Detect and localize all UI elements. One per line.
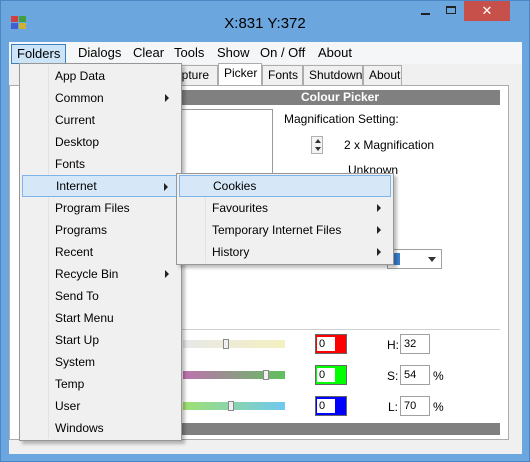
close-icon: ✕: [481, 3, 493, 18]
spin-down-icon[interactable]: [315, 147, 321, 151]
menu-item-recent[interactable]: Recent: [22, 241, 179, 263]
green-value[interactable]: 0: [317, 368, 335, 382]
menu-item-desktop[interactable]: Desktop: [22, 131, 179, 153]
internet-submenu: Cookies Favourites Temporary Internet Fi…: [176, 173, 394, 265]
menu-item-label: System: [55, 355, 96, 369]
chevron-right-icon: [377, 204, 381, 212]
menu-item-label: Windows: [55, 421, 104, 435]
menu-item-label: Fonts: [55, 157, 86, 171]
lightness-label: L:: [388, 400, 399, 414]
title-bar[interactable]: X:831 Y:372 ✕: [1, 1, 529, 41]
blue-slider[interactable]: [183, 401, 285, 411]
menu-folders[interactable]: Folders: [11, 44, 67, 64]
menu-item-start-up[interactable]: Start Up: [22, 329, 179, 351]
tab-shutdown[interactable]: Shutdown: [303, 65, 363, 85]
slider-thumb[interactable]: [223, 339, 229, 349]
menu-tools[interactable]: Tools: [169, 44, 209, 64]
menu-item-recycle-bin[interactable]: Recycle Bin: [22, 263, 179, 285]
menu-item-label: Cookies: [213, 179, 257, 193]
menu-on-off[interactable]: On / Off: [255, 44, 310, 64]
menu-item-start-menu[interactable]: Start Menu: [22, 307, 179, 329]
saturation-field[interactable]: 54: [400, 365, 430, 385]
magnification-spinner[interactable]: [311, 136, 323, 154]
menu-item-windows[interactable]: Windows: [22, 417, 179, 439]
menu-bar: Folders Dialogs Clear Tools Show On / Of…: [9, 42, 522, 64]
hue-field[interactable]: 32: [400, 334, 430, 354]
menu-item-label: Temporary Internet Files: [212, 223, 342, 237]
spin-up-icon[interactable]: [315, 139, 321, 143]
hue-label: H:: [387, 338, 399, 352]
maximize-icon: [446, 6, 456, 14]
magnification-value: 2 x Magnification: [344, 138, 435, 152]
menu-item-label: Program Files: [55, 201, 130, 215]
menu-item-label: Recycle Bin: [55, 267, 119, 281]
menu-item-fonts[interactable]: Fonts: [22, 153, 179, 175]
close-button[interactable]: ✕: [464, 1, 510, 21]
menu-item-common[interactable]: Common: [22, 87, 179, 109]
red-value[interactable]: 0: [317, 337, 335, 351]
panel-footer: [180, 423, 500, 435]
blue-swatch: 0: [315, 396, 347, 416]
menu-item-label: Start Menu: [55, 311, 114, 325]
chevron-right-icon: [377, 226, 381, 234]
menu-item-label: Temp: [55, 377, 85, 391]
chevron-right-icon: [164, 183, 168, 191]
menu-clear[interactable]: Clear: [128, 44, 169, 64]
submenu-item-history[interactable]: History: [179, 241, 391, 263]
submenu-item-favourites[interactable]: Favourites: [179, 197, 391, 219]
percent-sign: %: [433, 400, 444, 414]
menu-item-label: User: [55, 399, 81, 413]
red-swatch: 0: [315, 334, 347, 354]
menu-item-label: Desktop: [55, 135, 100, 149]
menu-item-send-to[interactable]: Send To: [22, 285, 179, 307]
menu-item-current[interactable]: Current: [22, 109, 179, 131]
folders-dropdown: App Data Common Current Desktop Fonts In…: [19, 63, 182, 441]
menu-item-label: App Data: [55, 69, 106, 83]
menu-item-label: Current: [55, 113, 96, 127]
red-slider[interactable]: [183, 339, 285, 349]
chevron-down-icon: [428, 257, 436, 262]
colour-picker-header: Colour Picker: [180, 90, 500, 105]
menu-item-label: History: [212, 245, 250, 259]
maximize-button[interactable]: [438, 1, 464, 21]
menu-item-user[interactable]: User: [22, 395, 179, 417]
blue-value[interactable]: 0: [317, 399, 335, 413]
menu-item-label: Internet: [56, 179, 97, 193]
menu-item-temp[interactable]: Temp: [22, 373, 179, 395]
green-swatch: 0: [315, 365, 347, 385]
chevron-right-icon: [165, 270, 169, 278]
menu-dialogs[interactable]: Dialogs: [73, 44, 126, 64]
menu-item-app-data[interactable]: App Data: [22, 65, 179, 87]
colour-format-select[interactable]: [387, 249, 442, 269]
chevron-right-icon: [165, 94, 169, 102]
tab-fonts[interactable]: Fonts: [262, 65, 303, 85]
slider-thumb[interactable]: [263, 370, 269, 380]
tab-about[interactable]: About: [363, 65, 402, 85]
menu-item-internet[interactable]: Internet: [22, 175, 179, 197]
menu-item-label: Recent: [55, 245, 94, 259]
menu-item-label: Start Up: [55, 333, 100, 347]
chevron-right-icon: [377, 248, 381, 256]
menu-show[interactable]: Show: [212, 44, 255, 64]
submenu-item-temporary-internet-files[interactable]: Temporary Internet Files: [179, 219, 391, 241]
menu-about[interactable]: About: [313, 44, 357, 64]
menu-item-label: Common: [55, 91, 104, 105]
minimize-icon: [421, 13, 430, 15]
saturation-label: S:: [387, 369, 399, 383]
green-slider[interactable]: [183, 370, 285, 380]
percent-sign: %: [433, 369, 444, 383]
divider: [180, 329, 500, 330]
tab-picker[interactable]: Picker: [218, 63, 262, 86]
menu-item-program-files[interactable]: Program Files: [22, 197, 179, 219]
menu-item-programs[interactable]: Programs: [22, 219, 179, 241]
lightness-field[interactable]: 70: [400, 396, 430, 416]
submenu-item-cookies[interactable]: Cookies: [179, 175, 391, 197]
magnification-label: Magnification Setting:: [284, 112, 399, 126]
menu-item-label: Send To: [55, 289, 99, 303]
slider-thumb[interactable]: [228, 401, 234, 411]
menu-item-system[interactable]: System: [22, 351, 179, 373]
minimize-button[interactable]: [412, 1, 438, 21]
menu-item-label: Favourites: [212, 201, 269, 215]
menu-item-label: Programs: [55, 223, 108, 237]
